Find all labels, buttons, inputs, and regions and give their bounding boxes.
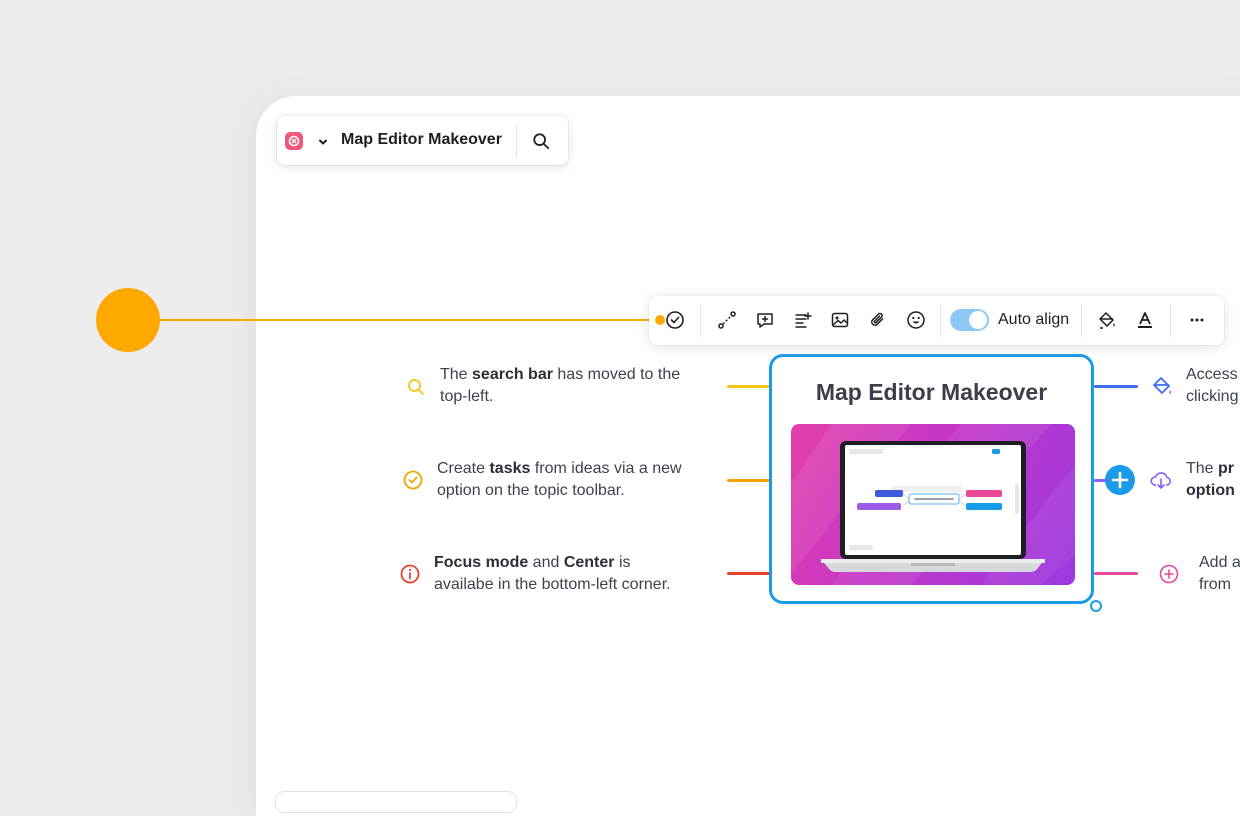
format-paint-icon[interactable] bbox=[1095, 308, 1119, 332]
callout-icon[interactable] bbox=[753, 308, 777, 332]
divider bbox=[516, 124, 517, 157]
image-icon[interactable] bbox=[828, 308, 852, 332]
map-title-bar: Map Editor Makeover bbox=[277, 116, 568, 165]
task-check-icon[interactable] bbox=[663, 308, 687, 332]
highlight-marker bbox=[96, 288, 160, 352]
attachment-icon[interactable] bbox=[866, 308, 890, 332]
plus-icon bbox=[1111, 471, 1129, 489]
note-bold: Focus mode bbox=[434, 554, 529, 571]
note-bold: option bbox=[1186, 482, 1235, 499]
note-text: The bbox=[1186, 460, 1219, 477]
highlight-anchor bbox=[655, 315, 665, 325]
toggle-knob bbox=[969, 311, 987, 329]
connector-line bbox=[727, 479, 771, 482]
info-icon bbox=[399, 563, 421, 585]
note-tasks[interactable]: Create tasks from ideas via a new option… bbox=[437, 458, 682, 502]
note-text: has moved to the bbox=[552, 366, 681, 383]
connector-line bbox=[727, 572, 771, 575]
note-text: is bbox=[614, 554, 631, 571]
note-bold: Center bbox=[563, 554, 615, 571]
note-bold: pr bbox=[1218, 460, 1235, 477]
auto-align-toggle[interactable] bbox=[950, 309, 989, 331]
note-text: Create bbox=[437, 460, 490, 477]
topic-toolbar: Auto align bbox=[649, 296, 1224, 345]
resize-handle[interactable] bbox=[1090, 600, 1102, 612]
bottom-left-controls[interactable] bbox=[276, 792, 516, 812]
text-color-icon[interactable] bbox=[1133, 308, 1157, 332]
emoji-icon[interactable] bbox=[904, 308, 928, 332]
connector-line bbox=[727, 385, 771, 388]
note-add[interactable]: Add a from bbox=[1199, 552, 1240, 596]
notes-icon[interactable] bbox=[791, 308, 815, 332]
note-focus-mode[interactable]: Focus mode and Center is availabe in the… bbox=[434, 552, 671, 596]
central-topic-title[interactable]: Map Editor Makeover bbox=[772, 379, 1091, 406]
plus-circle-icon bbox=[1158, 563, 1180, 585]
divider bbox=[940, 304, 941, 337]
note-format[interactable]: Access clicking bbox=[1186, 364, 1238, 408]
search-icon bbox=[533, 133, 550, 150]
connector-line bbox=[1094, 385, 1138, 388]
note-bold: tasks bbox=[489, 460, 531, 477]
note-text: from bbox=[1199, 576, 1231, 593]
divider bbox=[1170, 304, 1171, 337]
cloud-download-icon bbox=[1150, 469, 1172, 491]
divider bbox=[700, 304, 701, 337]
map-title[interactable]: Map Editor Makeover bbox=[341, 131, 502, 149]
note-text: Access bbox=[1186, 366, 1238, 383]
note-text: from ideas via a new bbox=[530, 460, 682, 477]
note-text: Add a bbox=[1199, 554, 1240, 571]
auto-align-label: Auto align bbox=[998, 311, 1070, 328]
note-search-bar[interactable]: The search bar has moved to the top-left… bbox=[440, 364, 680, 408]
highlight-line bbox=[160, 319, 656, 321]
note-bold: search bar bbox=[472, 366, 553, 383]
check-circle-icon bbox=[402, 469, 424, 491]
note-text: clicking bbox=[1186, 388, 1239, 405]
add-topic-button[interactable] bbox=[1105, 465, 1135, 495]
search-button[interactable] bbox=[529, 129, 553, 153]
chevron-down-icon[interactable] bbox=[317, 135, 329, 147]
divider bbox=[1081, 304, 1082, 337]
note-text: availabe in the bottom-left corner. bbox=[434, 576, 671, 593]
note-text: top-left. bbox=[440, 388, 494, 405]
relationship-icon[interactable] bbox=[715, 308, 739, 332]
format-paint-icon bbox=[1151, 375, 1173, 397]
search-icon bbox=[405, 376, 427, 398]
note-properties[interactable]: The pr option bbox=[1186, 458, 1235, 502]
app-logo-icon[interactable] bbox=[285, 132, 303, 150]
more-icon[interactable] bbox=[1185, 308, 1209, 332]
central-topic[interactable]: Map Editor Makeover bbox=[769, 354, 1094, 604]
note-text: option on the topic toolbar. bbox=[437, 482, 625, 499]
note-text: and bbox=[528, 554, 564, 571]
topic-image-laptop[interactable] bbox=[791, 424, 1075, 585]
note-text: The bbox=[440, 366, 473, 383]
connector-line bbox=[1094, 572, 1138, 575]
